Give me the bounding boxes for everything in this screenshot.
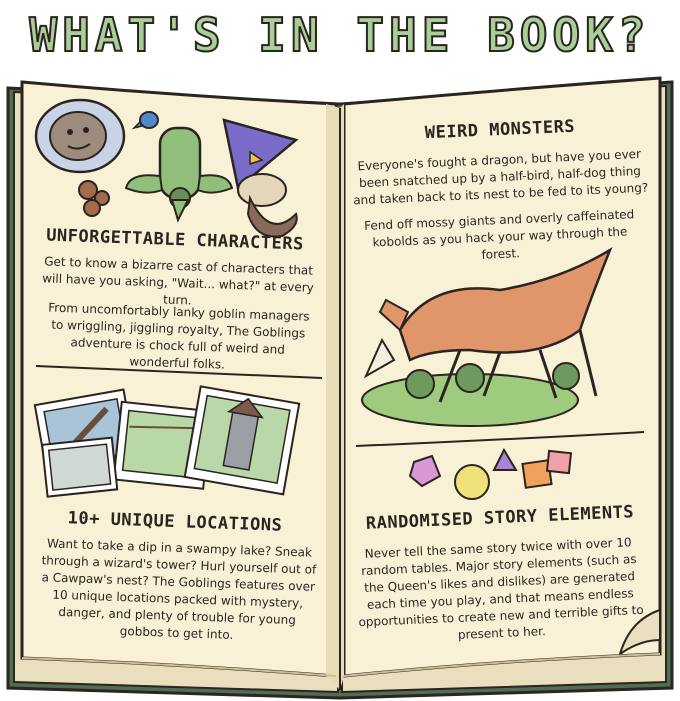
- story-para: Never tell the same story twice with ove…: [358, 535, 644, 642]
- locations-para: Want to take a dip in a swampy lake? Sne…: [41, 536, 317, 642]
- characters-para-2: From uncomfortably lanky goblin managers…: [48, 300, 310, 372]
- goblin-king-portrait-icon: [34, 98, 126, 174]
